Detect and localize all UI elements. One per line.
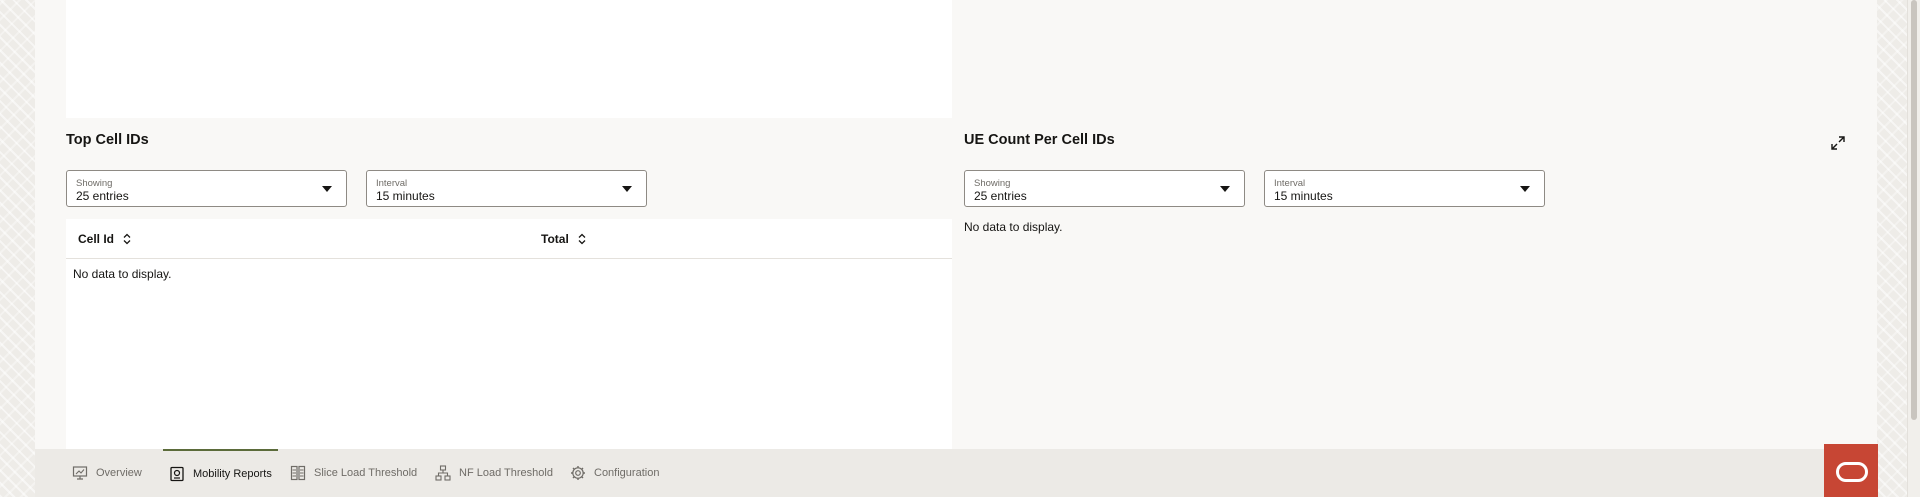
top-cell-showing-select[interactable]: Showing 25 entries	[66, 170, 347, 207]
column-header-cell-id[interactable]: Cell Id	[78, 232, 132, 246]
interval-value: 15 minutes	[376, 189, 435, 203]
monitor-chart-icon	[72, 466, 88, 480]
top-cell-ids-table: Cell Id Total	[66, 219, 952, 449]
caret-down-icon	[1220, 186, 1230, 192]
expand-button[interactable]	[1829, 134, 1847, 152]
oracle-assistant-button[interactable]	[1824, 444, 1878, 497]
interval-value: 15 minutes	[1274, 189, 1333, 203]
sort-icon	[578, 233, 586, 245]
column-header-label: Total	[541, 232, 569, 246]
network-icon	[435, 465, 451, 481]
caret-down-icon	[622, 186, 632, 192]
oracle-logo-icon	[1836, 462, 1868, 482]
ue-count-interval-select[interactable]: Interval 15 minutes	[1264, 170, 1545, 207]
bottom-tab-bar: Overview Mobility Reports Slice Load Thr…	[35, 449, 1877, 497]
interval-label: Interval	[1274, 178, 1306, 189]
tab-configuration[interactable]: Configuration	[570, 449, 659, 497]
tab-overview[interactable]: Overview	[72, 449, 142, 497]
column-header-label: Cell Id	[78, 232, 115, 246]
top-cell-interval-select[interactable]: Interval 15 minutes	[366, 170, 647, 207]
scrollbar-thumb[interactable]	[1911, 0, 1917, 420]
showing-value: 25 entries	[974, 189, 1027, 203]
chart-empty-message: No data to display.	[964, 220, 1063, 234]
caret-down-icon	[322, 186, 332, 192]
expand-icon	[1831, 136, 1845, 150]
page-scrollbar[interactable]	[1907, 0, 1920, 497]
gear-icon	[571, 466, 585, 480]
previous-chart-card	[66, 0, 952, 118]
tab-nf-load-threshold[interactable]: NF Load Threshold	[435, 449, 553, 497]
sort-icon	[123, 233, 131, 245]
tab-label: NF Load Threshold	[459, 467, 553, 479]
report-icon	[170, 466, 184, 482]
table-empty-message: No data to display.	[73, 267, 172, 281]
showing-label: Showing	[76, 178, 113, 189]
columns-icon	[290, 465, 306, 481]
showing-label: Showing	[974, 178, 1011, 189]
interval-label: Interval	[376, 178, 408, 189]
tab-mobility-reports[interactable]: Mobility Reports	[163, 449, 278, 497]
ue-count-title: UE Count Per Cell IDs	[964, 132, 1115, 148]
caret-down-icon	[1520, 186, 1530, 192]
top-cell-ids-title: Top Cell IDs	[66, 132, 149, 148]
tab-label: Configuration	[594, 467, 660, 479]
column-header-total[interactable]: Total	[541, 232, 587, 246]
tab-label: Mobility Reports	[193, 468, 272, 480]
ue-count-showing-select[interactable]: Showing 25 entries	[964, 170, 1245, 207]
tab-label: Overview	[96, 467, 142, 479]
dashboard-page: Top Cell IDs Showing 25 entries Interval…	[35, 0, 1877, 497]
tab-label: Slice Load Threshold	[314, 467, 418, 479]
table-header: Cell Id Total	[66, 219, 952, 259]
tab-slice-load-threshold[interactable]: Slice Load Threshold	[290, 449, 417, 497]
showing-value: 25 entries	[76, 189, 129, 203]
